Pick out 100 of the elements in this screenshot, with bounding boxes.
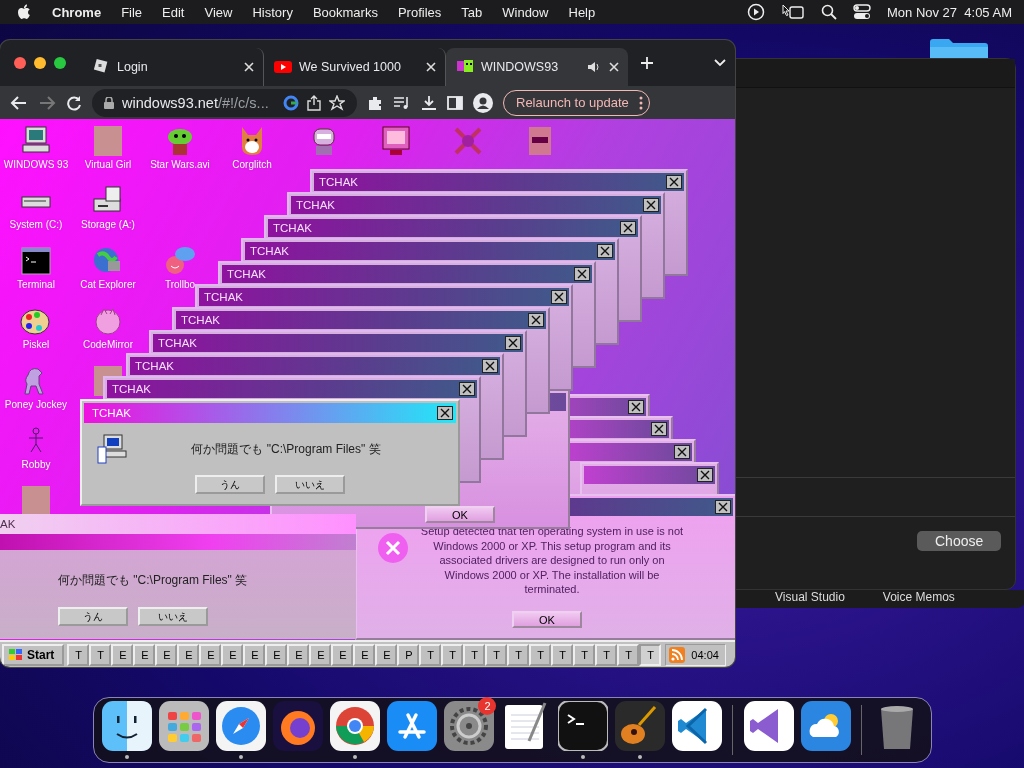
letter-a-icon[interactable]: [387, 701, 438, 751]
task-button[interactable]: T: [551, 643, 574, 666]
share-icon[interactable]: [307, 94, 321, 111]
task-button[interactable]: T: [529, 643, 552, 666]
task-button[interactable]: T: [485, 643, 508, 666]
rss-icon[interactable]: [669, 646, 686, 663]
task-button[interactable]: E: [243, 643, 266, 666]
chevron-down-icon[interactable]: [713, 58, 727, 68]
close-button[interactable]: [574, 267, 590, 281]
close-button[interactable]: [528, 313, 544, 327]
app-grid-icon[interactable]: [159, 701, 210, 751]
task-button[interactable]: T: [507, 643, 530, 666]
close-button[interactable]: [674, 445, 690, 459]
browser-tab[interactable]: WINDOWS93: [446, 48, 628, 86]
task-button[interactable]: E: [133, 643, 156, 666]
task-button[interactable]: E: [287, 643, 310, 666]
close-button[interactable]: [715, 500, 731, 514]
task-button[interactable]: E: [155, 643, 178, 666]
app-menu[interactable]: Chrome: [52, 4, 102, 20]
menu-item[interactable]: Profiles: [397, 4, 442, 20]
close-button[interactable]: [643, 198, 659, 212]
task-button[interactable]: E: [177, 643, 200, 666]
icon-label[interactable]: Trollbo: [164, 279, 196, 291]
screens-icon[interactable]: [781, 3, 805, 21]
search-icon[interactable]: [821, 4, 837, 20]
app-label[interactable]: Voice Memos: [882, 590, 955, 608]
task-button[interactable]: E: [199, 643, 222, 666]
task-button[interactable]: P: [397, 643, 420, 666]
ribbon-logo-icon[interactable]: [743, 701, 794, 751]
task-button[interactable]: E: [331, 643, 354, 666]
back-icon[interactable]: [10, 94, 28, 111]
cloud-icon[interactable]: [800, 701, 851, 751]
task-button[interactable]: E: [375, 643, 398, 666]
task-button[interactable]: T: [463, 643, 486, 666]
task-button[interactable]: T: [419, 643, 442, 666]
menu-item[interactable]: Edit: [162, 4, 185, 20]
control-center-icon[interactable]: [853, 4, 871, 20]
code-ribbon-icon[interactable]: [671, 701, 722, 751]
icon-label[interactable]: Corglitch: [232, 159, 272, 171]
task-button[interactable]: T: [639, 643, 662, 666]
close-button[interactable]: [697, 468, 713, 482]
menu-item[interactable]: View: [204, 4, 233, 20]
task-button[interactable]: E: [221, 643, 244, 666]
minimize-button[interactable]: [34, 57, 46, 69]
close-button[interactable]: [620, 221, 636, 235]
close-button[interactable]: [437, 406, 453, 420]
close-tab-icon[interactable]: [243, 61, 255, 73]
side-panel-icon[interactable]: [447, 94, 463, 111]
speaker-icon[interactable]: [587, 60, 601, 74]
close-button[interactable]: [14, 57, 26, 69]
address-bar[interactable]: windows93.net/#!/c/s...: [92, 88, 357, 117]
dialog-button[interactable]: うん: [58, 607, 128, 626]
reload-icon[interactable]: [66, 94, 82, 111]
close-button[interactable]: [482, 359, 498, 373]
close-button[interactable]: [628, 400, 644, 414]
more-icon[interactable]: [638, 95, 643, 110]
star-icon[interactable]: [329, 94, 345, 111]
ok-button[interactable]: OK: [512, 611, 582, 628]
close-button[interactable]: [459, 382, 475, 396]
menu-item[interactable]: Window: [502, 4, 549, 20]
dialog-button[interactable]: いいえ: [275, 475, 345, 494]
menubar-clock[interactable]: Mon Nov 27 4:05 AM: [887, 4, 1012, 20]
media-list-icon[interactable]: [393, 94, 411, 111]
close-button[interactable]: [551, 290, 567, 304]
dialog-button[interactable]: いいえ: [138, 607, 208, 626]
play-icon[interactable]: [747, 3, 765, 21]
task-button[interactable]: E: [353, 643, 376, 666]
task-button[interactable]: E: [265, 643, 288, 666]
profile-icon[interactable]: [473, 92, 493, 113]
start-button[interactable]: Start: [2, 643, 65, 666]
close-button[interactable]: [597, 244, 613, 258]
download-icon[interactable]: [421, 94, 437, 111]
menu-item[interactable]: Tab: [461, 4, 483, 20]
compass-icon[interactable]: [216, 701, 267, 751]
close-button[interactable]: [651, 422, 667, 436]
gear-icon[interactable]: [444, 701, 494, 751]
app-label[interactable]: Visual Studio: [775, 590, 845, 608]
menu-item[interactable]: Bookmarks: [312, 4, 378, 20]
terminal-icon[interactable]: [557, 701, 608, 751]
close-tab-icon[interactable]: [608, 61, 620, 73]
dialog-button[interactable]: うん: [195, 475, 265, 494]
smiling-face-icon[interactable]: [102, 701, 153, 751]
task-button[interactable]: T: [441, 643, 464, 666]
task-button[interactable]: T: [617, 643, 640, 666]
task-button[interactable]: T: [89, 643, 112, 666]
forward-icon[interactable]: [38, 94, 56, 111]
task-button[interactable]: E: [309, 643, 332, 666]
task-button[interactable]: E: [111, 643, 134, 666]
close-tab-icon[interactable]: [425, 61, 437, 73]
close-button[interactable]: [505, 336, 521, 350]
ok-button[interactable]: OK: [425, 506, 495, 523]
menu-item[interactable]: File: [121, 4, 143, 20]
menu-item[interactable]: Help: [568, 4, 596, 20]
guitar-icon[interactable]: [614, 701, 665, 751]
zoom-button[interactable]: [54, 57, 66, 69]
task-button[interactable]: T: [573, 643, 596, 666]
choose-button[interactable]: Choose: [917, 531, 1001, 551]
menu-item[interactable]: History: [252, 4, 293, 20]
task-button[interactable]: T: [67, 643, 90, 666]
url-text[interactable]: windows93.net/#!/c/s...: [122, 94, 275, 111]
